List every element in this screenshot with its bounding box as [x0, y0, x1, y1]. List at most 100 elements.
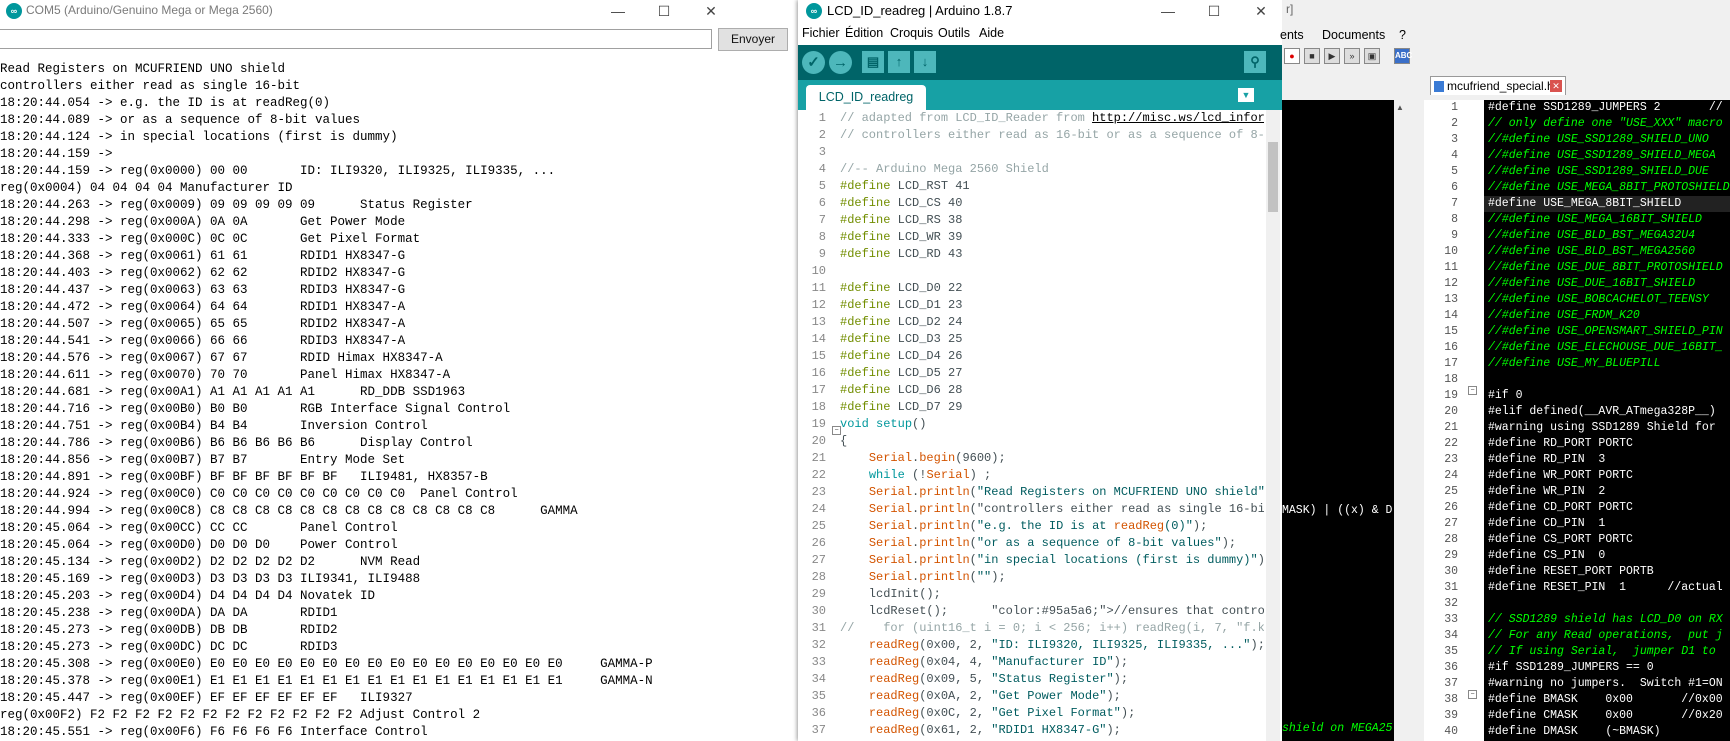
code-line[interactable]: readReg(0x09, 5, "Status Register");: [840, 671, 1264, 688]
code-line[interactable]: #define SSD1289_JUMPERS 2 //: [1484, 100, 1730, 116]
code-line[interactable]: readReg(0x04, 4, "Manufacturer ID");: [840, 654, 1264, 671]
ide-vertical-scrollbar[interactable]: [1266, 110, 1280, 741]
code-line[interactable]: #define LCD_WR 39: [840, 229, 1264, 246]
code-line[interactable]: #define RD_PIN 3: [1484, 452, 1730, 468]
code-line[interactable]: {: [840, 433, 1264, 450]
stop-macro-icon[interactable]: ■: [1304, 48, 1320, 64]
code-line[interactable]: #if SSD1289_JUMPERS == 0: [1484, 660, 1730, 676]
menu-aide[interactable]: Aide: [979, 26, 1004, 40]
code-line[interactable]: #define USE_MEGA_8BIT_SHIELD: [1484, 196, 1730, 212]
code-line[interactable]: #if 0: [1484, 388, 1730, 404]
code-line[interactable]: ​: [840, 263, 1264, 280]
code-line[interactable]: #define LCD_RS 38: [840, 212, 1264, 229]
code-line[interactable]: //#define USE_OPENSMART_SHIELD_PIN: [1484, 324, 1730, 340]
code-line[interactable]: ​: [1484, 596, 1730, 612]
code-line[interactable]: #define LCD_CS 40: [840, 195, 1264, 212]
code-line[interactable]: #define LCD_D7 29: [840, 399, 1264, 416]
serial-titlebar[interactable]: ∞ COM5 (Arduino/Genuino Mega or Mega 256…: [0, 0, 798, 22]
code-line[interactable]: //#define USE_BLD_BST_MEGA32U4: [1484, 228, 1730, 244]
code-line[interactable]: #define LCD_RST 41: [840, 178, 1264, 195]
code-line[interactable]: readReg(0x00, 2, "ID: ILI9320, ILI9325, …: [840, 637, 1264, 654]
code-line[interactable]: //-- Arduino Mega 2560 Shield: [840, 161, 1264, 178]
left-pane-scrollbar[interactable]: [1394, 100, 1406, 741]
code-line[interactable]: #define DMASK (~BMASK): [1484, 724, 1730, 740]
scroll-up-icon[interactable]: ▲: [1396, 103, 1404, 112]
code-line[interactable]: // If using Serial, jumper D1 to: [1484, 644, 1730, 660]
play-multiple-icon[interactable]: »: [1344, 48, 1360, 64]
code-line[interactable]: #define LCD_D0 22: [840, 280, 1264, 297]
code-line[interactable]: readReg(0x0A, 2, "Get Power Mode");: [840, 688, 1264, 705]
fold-toggle-icon[interactable]: −: [1468, 690, 1477, 699]
minimize-icon[interactable]: —: [595, 0, 641, 22]
code-line[interactable]: //#define USE_BOBCACHELOT_TEENSY: [1484, 292, 1730, 308]
code-line[interactable]: //#define USE_MEGA_16BIT_SHIELD: [1484, 212, 1730, 228]
menu-fichier[interactable]: Fichier: [802, 26, 840, 40]
close-icon[interactable]: ✕: [688, 0, 734, 22]
ide-titlebar[interactable]: ∞ LCD_ID_readreg | Arduino 1.8.7 — ☐ ✕: [798, 0, 1282, 22]
code-line[interactable]: #define LCD_D3 25: [840, 331, 1264, 348]
verify-icon[interactable]: ✓: [802, 51, 825, 74]
code-line[interactable]: //#define USE_MEGA_8BIT_PROTOSHIELD: [1484, 180, 1730, 196]
code-line[interactable]: Serial.println("Read Registers on MCUFRI…: [840, 484, 1264, 501]
code-line[interactable]: #warning using SSD1289 Shield for: [1484, 420, 1730, 436]
code-line[interactable]: #define LCD_D6 28: [840, 382, 1264, 399]
code-line[interactable]: while (!Serial) ;: [840, 467, 1264, 484]
code-line[interactable]: // for (uint16_t i = 0; i < 256; i++) re…: [840, 620, 1264, 637]
code-line[interactable]: Serial.println("in special locations (fi…: [840, 552, 1264, 569]
code-line[interactable]: #define LCD_D4 26: [840, 348, 1264, 365]
code-line[interactable]: #define WR_PIN 2: [1484, 484, 1730, 500]
ide-code-editor[interactable]: 1 2 3 4 5 6 7 8 9 10 11 12 13 14 15 16 17 18 19 20 21 22 23 24 2…: [798, 110, 1282, 741]
serial-send-input[interactable]: [0, 29, 712, 49]
code-line[interactable]: // SSD1289 shield has LCD_D0 on RX: [1484, 612, 1730, 628]
menu-help[interactable]: ?: [1399, 28, 1406, 42]
code-line[interactable]: //#define USE_BLD_BST_MEGA2560: [1484, 244, 1730, 260]
menu-croquis[interactable]: Croquis: [890, 26, 933, 40]
code-line[interactable]: //#define USE_DUE_16BIT_SHIELD: [1484, 276, 1730, 292]
code-line[interactable]: #define WR_PORT PORTC: [1484, 468, 1730, 484]
upload-icon[interactable]: →: [829, 51, 852, 74]
code-line[interactable]: Serial.begin(9600);: [840, 450, 1264, 467]
save-macro-icon[interactable]: ▣: [1364, 48, 1380, 64]
open-icon[interactable]: ↑: [888, 51, 910, 73]
scrollbar-thumb[interactable]: [1268, 142, 1278, 212]
code-line[interactable]: //#define USE_DUE_8BIT_PROTOSHIELD: [1484, 260, 1730, 276]
code-line[interactable]: readReg(0x0C, 2, "Get Pixel Format");: [840, 705, 1264, 722]
new-icon[interactable]: ▤: [862, 51, 884, 73]
code-line[interactable]: Serial.println("or as a sequence of 8-bi…: [840, 535, 1264, 552]
close-icon[interactable]: ✕: [1238, 0, 1284, 22]
maximize-icon[interactable]: ☐: [641, 0, 687, 22]
code-line[interactable]: Serial.println("controllers either read …: [840, 501, 1264, 518]
code-line[interactable]: #define RESET_PORT PORTB: [1484, 564, 1730, 580]
code-line[interactable]: //#define USE_SSD1289_SHIELD_MEGA: [1484, 148, 1730, 164]
code-line[interactable]: ​: [840, 144, 1264, 161]
code-line[interactable]: readReg(0x61, 2, "RDID1 HX8347-G");: [840, 722, 1264, 739]
code-line[interactable]: // controllers either read as 16-bit or …: [840, 127, 1264, 144]
code-line[interactable]: #warning no jumpers. Switch #1=ON: [1484, 676, 1730, 692]
code-line[interactable]: #define CS_PORT PORTC: [1484, 532, 1730, 548]
code-line[interactable]: #define CMASK 0x00 //0x20: [1484, 708, 1730, 724]
code-line[interactable]: // only define one "USE_XXX" macro: [1484, 116, 1730, 132]
code-line[interactable]: //#define USE_FRDM_K20: [1484, 308, 1730, 324]
code-line[interactable]: // For any Read operations, put j: [1484, 628, 1730, 644]
code-line[interactable]: ​: [1484, 372, 1730, 388]
code-line[interactable]: #define LCD_RD 43: [840, 246, 1264, 263]
save-icon[interactable]: ↓: [914, 51, 936, 73]
menu-outils[interactable]: Outils: [938, 26, 970, 40]
code-line[interactable]: #define CD_PIN 1: [1484, 516, 1730, 532]
code-area[interactable]: // adapted from LCD_ID_Reader from http:…: [840, 110, 1264, 739]
code-line[interactable]: //#define USE_SSD1289_SHIELD_UNO: [1484, 132, 1730, 148]
code-area[interactable]: #define SSD1289_JUMPERS 2 //// only defi…: [1484, 100, 1730, 741]
code-line[interactable]: #define RD_PORT PORTC: [1484, 436, 1730, 452]
code-line[interactable]: Serial.println("");: [840, 569, 1264, 586]
tab-menu-icon[interactable]: ▼: [1238, 88, 1254, 102]
play-macro-icon[interactable]: ▶: [1324, 48, 1340, 64]
code-line[interactable]: #define CD_PORT PORTC: [1484, 500, 1730, 516]
close-tab-icon[interactable]: ✕: [1550, 80, 1562, 92]
record-macro-icon[interactable]: ●: [1284, 48, 1300, 64]
code-line[interactable]: lcdInit();: [840, 586, 1264, 603]
code-line[interactable]: // adapted from LCD_ID_Reader from http:…: [840, 110, 1264, 127]
serial-monitor-icon[interactable]: ⚲: [1244, 51, 1266, 73]
code-line[interactable]: #define LCD_D2 24: [840, 314, 1264, 331]
send-button[interactable]: Envoyer: [718, 28, 788, 51]
fold-toggle-icon[interactable]: −: [1468, 386, 1477, 395]
